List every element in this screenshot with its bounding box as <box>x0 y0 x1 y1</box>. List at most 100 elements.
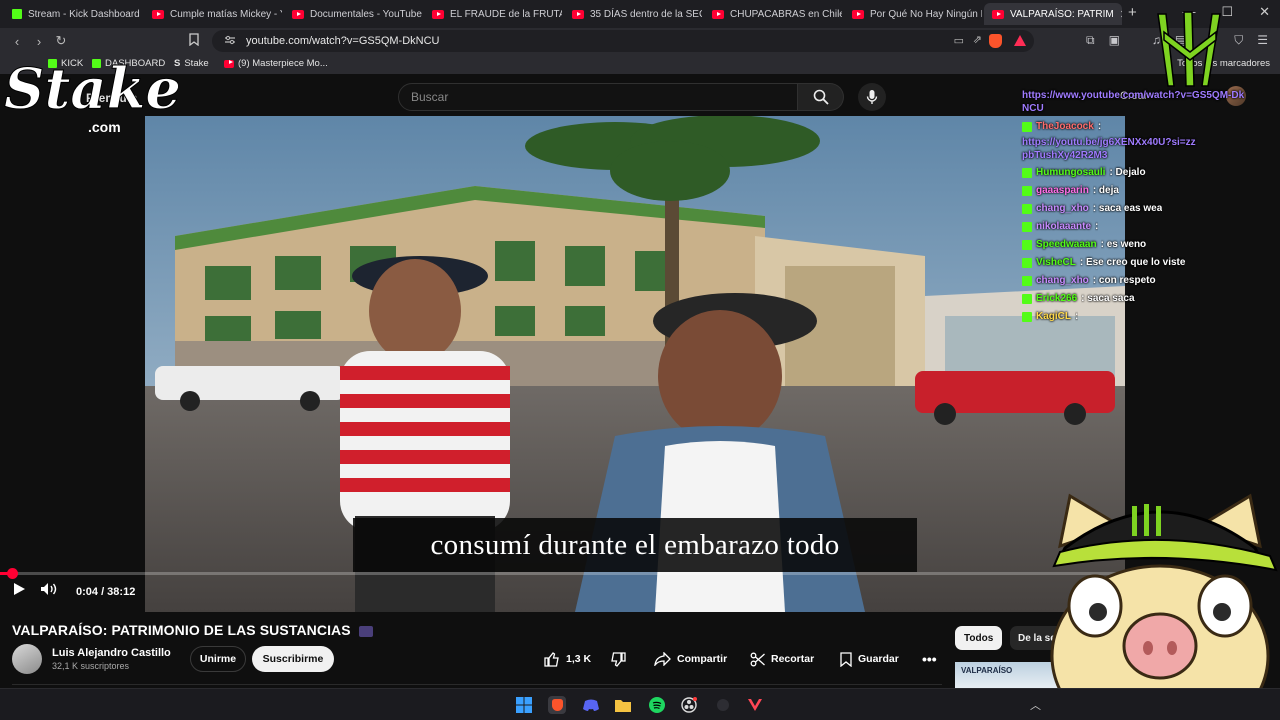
chat-username: chang_xho <box>1036 203 1089 214</box>
chat-username: Erick266 <box>1036 293 1078 304</box>
stake-logo: Stake .com <box>4 56 179 135</box>
clip-button[interactable]: Recortar <box>750 646 814 672</box>
chat-message: VisheCL: Ese creo que lo viste <box>1022 254 1272 272</box>
browser-tab[interactable]: EL FRAUDE de la FRUTA FA <box>424 3 562 25</box>
discord-icon[interactable] <box>582 696 600 714</box>
chat-link: https://youtu.be/jg6XENXx40U?si=zzpbTush… <box>1022 137 1196 161</box>
windows-taskbar: ︿ <box>0 688 1280 720</box>
close-tab-icon[interactable]: ✕ <box>1120 8 1122 21</box>
thumbnail-text: VALPARAÍSO <box>961 666 1013 675</box>
like-button[interactable]: 1,3 K <box>544 646 591 672</box>
spotify-icon[interactable] <box>648 696 666 714</box>
chat-message: KagiCL: <box>1022 308 1272 326</box>
stake-logo-suffix: .com <box>88 119 121 135</box>
youtube-icon <box>292 9 304 19</box>
system-tray-expand-icon[interactable]: ︿ <box>1030 697 1041 713</box>
stream-chat-overlay: https://www.youtube.com/watch?v=GS5QM-Dk… <box>1022 89 1272 326</box>
chat-username: TheJoacock <box>1036 121 1094 132</box>
filter-chip-all[interactable]: Todos <box>955 626 1003 650</box>
volume-icon <box>41 583 57 595</box>
share-icon <box>654 652 671 666</box>
browser-tab[interactable]: Documentales - YouTube <box>284 3 422 25</box>
browser-tab[interactable]: Por Qué No Hay Ningún P <box>844 3 982 25</box>
bookmark-stake[interactable]: S Stake <box>174 58 209 69</box>
share-button[interactable]: Compartir <box>654 646 727 672</box>
brave-rewards-icon[interactable] <box>1014 35 1026 46</box>
address-bar[interactable]: youtube.com/watch?v=GS5QM-DkNCU ▭ ⇗ <box>212 30 1034 52</box>
tab-title: CHUPACABRAS en Chile: Q <box>730 8 842 20</box>
video-player[interactable]: consumí durante el embarazo todo <box>145 116 1125 612</box>
chat-message: Speedwaaan: es weno <box>1022 236 1272 254</box>
play-button[interactable] <box>12 582 26 601</box>
search-icon <box>813 89 829 105</box>
brave-browser-icon[interactable] <box>548 696 566 714</box>
join-button[interactable]: Unirme <box>190 646 246 672</box>
search-bar <box>398 83 844 111</box>
volume-button[interactable] <box>40 582 58 601</box>
extensions-icon[interactable]: ⧉ <box>1086 33 1095 48</box>
channel-info: Luis Alejandro Castillo 32,1 K suscripto… <box>12 644 171 674</box>
more-actions-button[interactable]: ••• <box>922 646 937 672</box>
file-explorer-icon[interactable] <box>614 696 632 714</box>
voice-search-button[interactable] <box>858 83 886 111</box>
channel-name[interactable]: Luis Alejandro Castillo <box>52 647 171 659</box>
chat-message: TheJoacock: <box>1022 118 1272 136</box>
search-input[interactable] <box>398 83 798 111</box>
video-title: VALPARAÍSO: PATRIMONIO DE LAS SUSTANCIAS <box>12 622 373 638</box>
video-progress-bar[interactable] <box>0 568 1125 579</box>
site-info-icon[interactable] <box>224 35 236 48</box>
save-button[interactable]: Guardar <box>840 646 899 672</box>
browser-tab[interactable]: Stream - Kick Dashboard <box>4 3 142 25</box>
obs-icon[interactable] <box>680 696 698 714</box>
browser-tab[interactable]: CHUPACABRAS en Chile: Q <box>704 3 842 25</box>
chat-username: Speedwaaan <box>1036 239 1097 250</box>
new-tab-button[interactable]: + <box>1128 4 1137 21</box>
channel-avatar[interactable] <box>12 644 42 674</box>
browser-tab[interactable]: 35 DÍAS dentro de la SECT <box>564 3 702 25</box>
forward-icon[interactable]: › <box>28 34 50 49</box>
chat-username: KagiCL <box>1036 311 1071 322</box>
brave-shields-icon[interactable] <box>989 34 1002 48</box>
browser-tab-bar: Stream - Kick Dashboard Cumple matías Mi… <box>0 0 1280 28</box>
search-button[interactable] <box>798 83 844 111</box>
browser-tab[interactable]: Cumple matías Mickey - Y <box>144 3 282 25</box>
valorant-icon[interactable] <box>746 696 764 714</box>
chat-message: chang_xho: con respeto <box>1022 272 1272 290</box>
browser-toolbar: ‹ › ↻ youtube.com/watch?v=GS5QM-DkNCU ▭ … <box>0 28 1280 54</box>
kick-badge-icon <box>1022 168 1032 178</box>
tab-title: Stream - Kick Dashboard <box>28 8 140 20</box>
chat-message-text: : con respeto <box>1092 275 1156 286</box>
back-icon[interactable]: ‹ <box>6 34 28 49</box>
youtube-icon <box>432 9 444 19</box>
chat-message-text: : Ese creo que lo viste <box>1079 257 1186 268</box>
chat-message-text: : saca eas wea <box>1092 203 1163 214</box>
app-icon[interactable] <box>714 696 732 714</box>
save-icon <box>840 651 852 667</box>
youtube-icon <box>224 59 234 68</box>
chat-username: chang_xho <box>1036 275 1089 286</box>
progress-scrubber[interactable] <box>7 568 18 579</box>
chat-pinned-url: https://www.youtube.com/watch?v=GS5QM-Dk… <box>1022 90 1245 114</box>
cast-icon[interactable]: ▭ <box>954 34 964 47</box>
close-window-icon[interactable]: ✕ <box>1259 4 1270 20</box>
kick-badge-icon <box>1022 240 1032 250</box>
bookmark-masterpiece[interactable]: (9) Masterpiece Mo... <box>224 58 328 69</box>
youtube-icon <box>852 9 864 19</box>
save-label: Guardar <box>858 653 899 665</box>
menu-icon[interactable]: ☰ <box>1257 33 1268 48</box>
subscribe-button[interactable]: Suscribirme <box>252 646 334 672</box>
vpn-icon[interactable]: ⛉ <box>1234 33 1243 48</box>
sidebar-icon[interactable]: ▣ <box>1109 33 1120 48</box>
share-page-icon[interactable]: ⇗ <box>973 33 982 46</box>
browser-tab-active[interactable]: VALPARAÍSO: PATRIM ✕ <box>984 3 1122 25</box>
tab-title: Documentales - YouTube <box>310 8 422 20</box>
windows-start-icon[interactable] <box>515 696 533 714</box>
tab-title: EL FRAUDE de la FRUTA FA <box>450 8 562 20</box>
kick-badge-icon <box>1022 222 1032 232</box>
subscriber-count: 32,1 K suscriptores <box>52 661 130 671</box>
bookmark-icon[interactable] <box>184 33 204 49</box>
chat-message-text: : saca saca <box>1081 293 1135 304</box>
reload-icon[interactable]: ↻ <box>50 33 72 49</box>
dislike-button[interactable] <box>610 646 626 672</box>
chat-username: VisheCL <box>1036 257 1076 268</box>
